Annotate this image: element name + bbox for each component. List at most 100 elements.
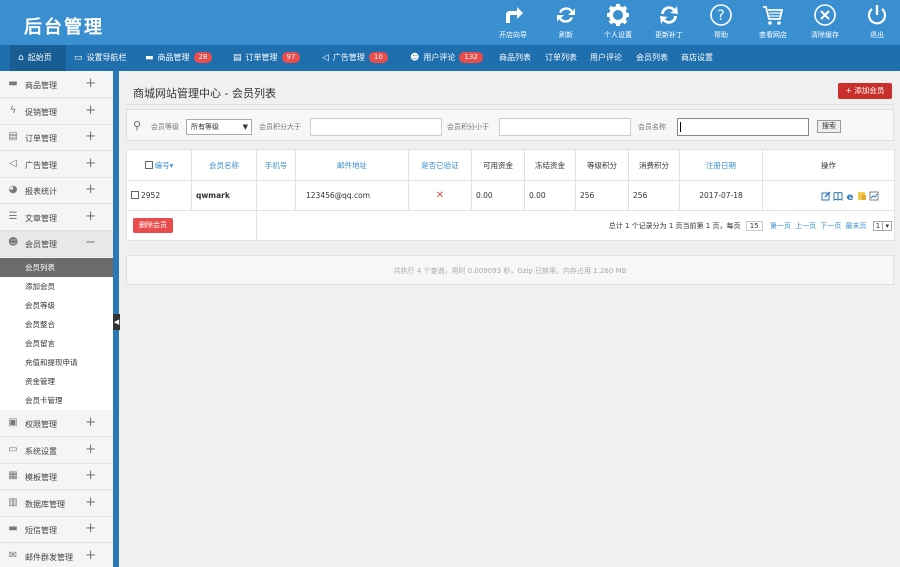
points-min-input[interactable]	[310, 118, 442, 136]
expand-icon: +	[85, 548, 96, 563]
top-nav: ⌂ 起始页 ▭ 设置导航栏 ▬ 商品管理 28 ▤ 订单管理 97 ◁ 广告管理 10 ☻ 用户评…	[0, 45, 900, 71]
edit-icon[interactable]	[821, 191, 831, 201]
last-page-link[interactable]: 最末页	[846, 222, 867, 230]
expand-icon: +	[85, 129, 96, 144]
row-checkbox[interactable]	[131, 191, 139, 199]
toolbar-clear-cache-button[interactable]: 清除缓存	[797, 3, 853, 40]
sidebar-item-mail[interactable]: ✉ 邮件群发管理 +	[0, 544, 114, 567]
delete-member-button[interactable]: 删除会员	[133, 218, 173, 233]
sidebar-toggle-handle[interactable]: ◀	[113, 314, 120, 330]
col-email[interactable]: 邮件地址	[295, 149, 409, 181]
sidebar-sub-recharge[interactable]: 充值和提现申请	[0, 353, 114, 372]
page-select[interactable]: 1 ▾	[872, 220, 892, 231]
nav-goods[interactable]: ▬ 商品管理 28	[145, 45, 213, 71]
collapse-icon: −	[85, 235, 96, 250]
text-cursor	[680, 122, 681, 132]
cart-icon	[763, 6, 784, 25]
speaker-icon: ◁	[322, 53, 329, 63]
ads-count-badge: 10	[368, 52, 388, 63]
nav-shop-settings[interactable]: 商店设置	[681, 45, 713, 71]
nav-comments[interactable]: ☻ 用户评论 132	[410, 45, 483, 71]
nav-orders[interactable]: ▤ 订单管理 97	[233, 45, 301, 71]
search-icon: ⚲	[133, 119, 142, 132]
next-page-link[interactable]: 下一页	[820, 222, 841, 230]
select-all-checkbox[interactable]	[144, 160, 153, 169]
sort-down-icon: ▾	[169, 160, 174, 170]
refresh-icon	[557, 7, 575, 23]
nav-goods-list[interactable]: 商品列表	[499, 45, 531, 71]
sidebar-sub-funds[interactable]: 资金管理	[0, 372, 114, 391]
expand-icon: +	[85, 442, 96, 457]
sms-icon: ▬	[8, 523, 18, 534]
sidebar-item-members[interactable]: ☻ 会员管理 −	[0, 231, 114, 257]
member-level-select[interactable]: 所有等级 ▼	[186, 119, 252, 135]
address-book-icon[interactable]	[833, 191, 843, 201]
folder-note-icon[interactable]	[857, 191, 867, 201]
col-available-funds: 可用资金	[471, 149, 525, 181]
col-reg-date[interactable]: 注册日期	[679, 149, 763, 181]
sidebar-sub-member-list[interactable]: 会员列表	[0, 258, 114, 277]
toolbar-logout-button[interactable]: 退出	[849, 3, 900, 40]
toolbar-refresh-button[interactable]: 刷新	[538, 3, 594, 40]
toolbar-update-button[interactable]: 更新补丁	[641, 3, 697, 40]
sidebar-item-goods[interactable]: ▬ 商品管理 +	[0, 72, 114, 98]
sync-icon	[660, 6, 678, 24]
browser-icon[interactable]: e	[845, 191, 855, 203]
lock-icon: ▣	[8, 417, 18, 428]
toolbar-view-shop-button[interactable]: 查看网店	[745, 3, 801, 40]
sidebar-item-reports[interactable]: ◕ 报表统计 +	[0, 178, 114, 204]
table-action-row: 删除会员 总计 1 个记录分为 1 页当前第 1 页，每页 15 第一页 上一页…	[126, 210, 895, 241]
expand-icon: +	[85, 415, 96, 430]
report-icon[interactable]	[869, 191, 879, 201]
search-button[interactable]: 搜索	[817, 120, 841, 133]
speaker-icon: ◁	[9, 158, 17, 169]
mail-icon: ✉	[8, 550, 18, 561]
member-phone	[256, 180, 296, 211]
expand-icon: +	[85, 495, 96, 510]
sidebar-sub-add-member[interactable]: 添加会员	[0, 277, 114, 296]
nav-ads[interactable]: ◁ 广告管理 10	[322, 45, 388, 71]
col-verified[interactable]: 是否已验证	[408, 149, 472, 181]
sidebar-sub-member-card[interactable]: 会员卡管理	[0, 391, 114, 410]
list-icon: ☰	[8, 211, 18, 222]
nav-order-list[interactable]: 订单列表	[545, 45, 577, 71]
toolbar-help-button[interactable]: ? 帮助	[693, 3, 749, 40]
svg-text:?: ?	[717, 8, 724, 24]
folder-icon: ▬	[145, 53, 154, 63]
toolbar-wizard-button[interactable]: 开店向导	[485, 3, 541, 40]
toolbar-settings-button[interactable]: 个人设置	[590, 3, 646, 40]
member-level-points: 256	[575, 180, 629, 211]
col-level-points: 等级积分	[575, 149, 629, 181]
expand-icon: +	[85, 468, 96, 483]
nav-user-comments[interactable]: 用户评论	[590, 45, 622, 71]
sidebar-sub-member-messages[interactable]: 会员留言	[0, 334, 114, 353]
sidebar-sub-member-level[interactable]: 会员等级	[0, 296, 114, 315]
sidebar-item-articles[interactable]: ☰ 文章管理 +	[0, 205, 114, 231]
main-content: 商城网站管理中心 - 会员列表 + 添加会员 ⚲ 会员等级 所有等级 ▼ 会员积分…	[120, 71, 900, 567]
chevron-down-icon: ▼	[242, 123, 248, 131]
col-name[interactable]: 会员名称	[191, 149, 257, 181]
per-page-input[interactable]: 15	[745, 220, 763, 231]
member-name-input[interactable]	[677, 118, 809, 136]
prev-page-link[interactable]: 上一页	[795, 222, 816, 230]
nav-member-list[interactable]: 会员列表	[636, 45, 668, 71]
sidebar-item-sms[interactable]: ▬ 短信管理 +	[0, 517, 114, 543]
sidebar-item-orders[interactable]: ▤ 订单管理 +	[0, 125, 114, 151]
nav-setup[interactable]: ▭ 设置导航栏	[74, 45, 127, 71]
sidebar-item-templates[interactable]: ▦ 模板管理 +	[0, 464, 114, 490]
monitor-icon: ▭	[74, 53, 83, 63]
svg-text:e: e	[847, 192, 854, 201]
sidebar-item-system[interactable]: ▭ 系统设置 +	[0, 438, 114, 464]
sidebar-item-database[interactable]: ▥ 数据库管理 +	[0, 491, 114, 517]
points-max-input[interactable]	[499, 118, 631, 136]
nav-start[interactable]: ⌂ 起始页	[10, 45, 66, 71]
col-phone[interactable]: 手机号	[256, 149, 296, 181]
sidebar-item-promotion[interactable]: ϟ 促销管理 +	[0, 99, 114, 125]
first-page-link[interactable]: 第一页	[770, 222, 791, 230]
home-icon: ⌂	[18, 53, 24, 63]
add-member-button[interactable]: + 添加会员	[838, 83, 892, 99]
sidebar-sub-member-integrate[interactable]: 会员整合	[0, 315, 114, 334]
sidebar-item-permissions[interactable]: ▣ 权限管理 +	[0, 411, 114, 437]
sidebar-item-ads[interactable]: ◁ 广告管理 +	[0, 152, 114, 178]
col-id[interactable]: 编号▾	[126, 149, 192, 181]
